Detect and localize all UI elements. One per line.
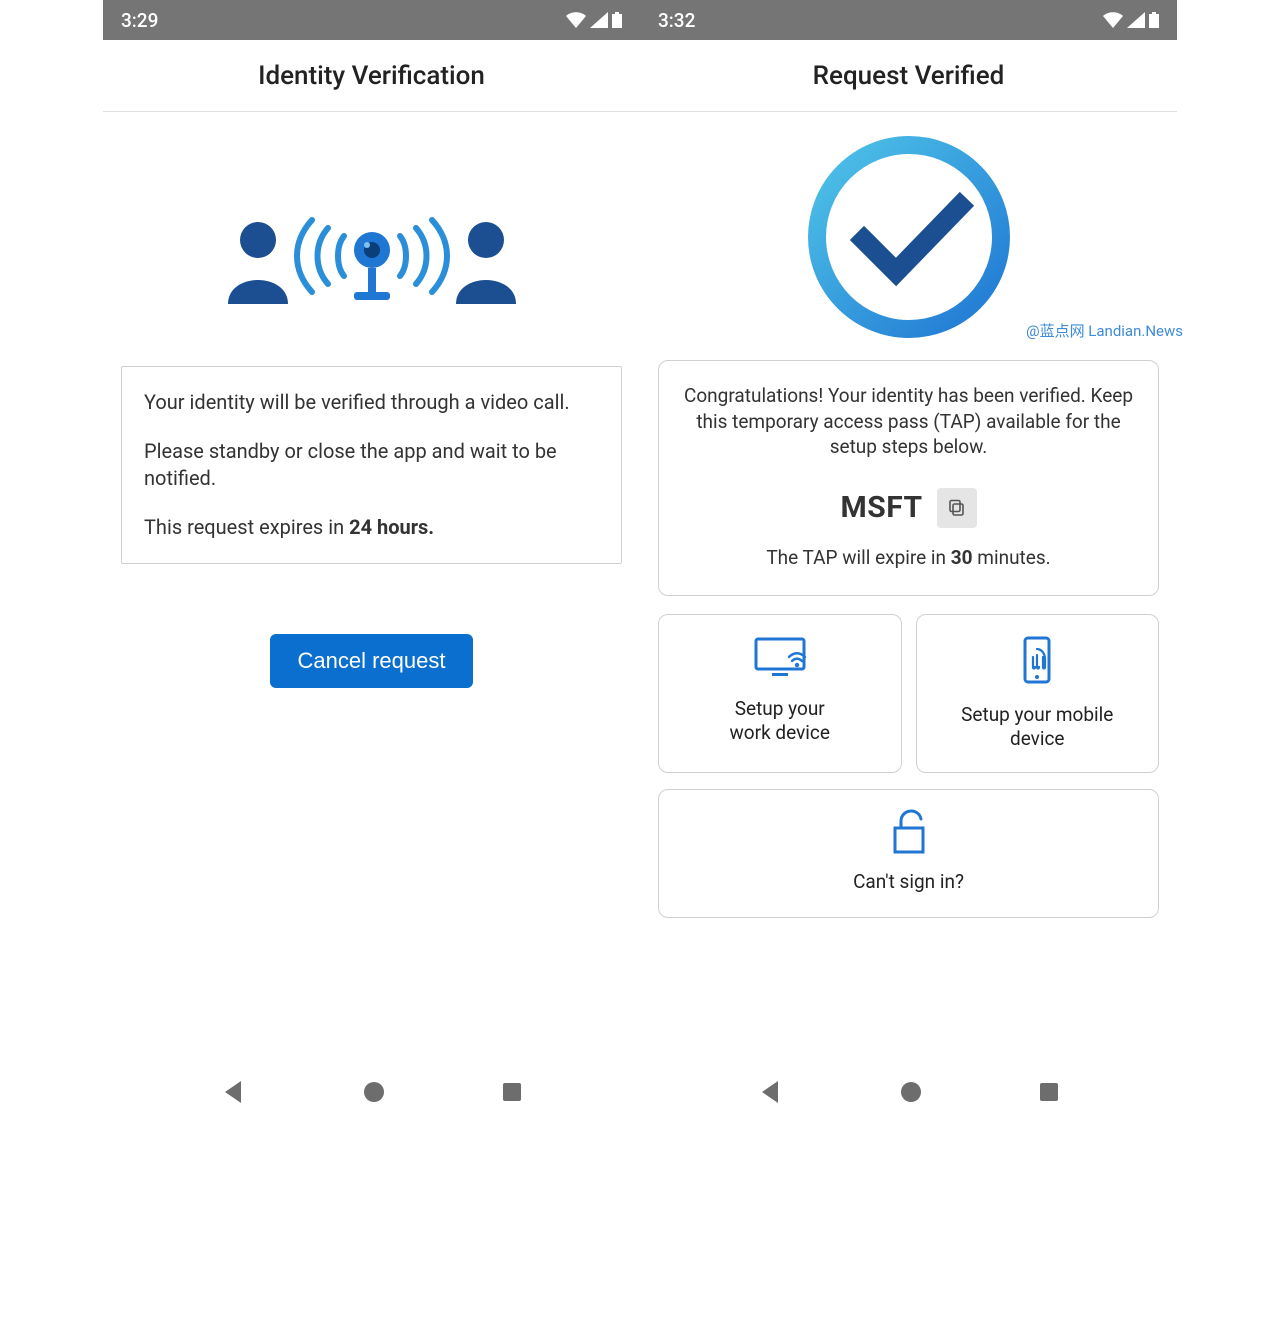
phone-right: 3:32 Request Verified [640, 0, 1177, 1122]
battery-icon [612, 12, 622, 28]
cancel-request-button[interactable]: Cancel request [270, 634, 474, 688]
signal-icon [590, 12, 608, 28]
action-label: Can't sign in? [853, 870, 964, 893]
status-icons [566, 12, 622, 28]
page-title: Request Verified [813, 61, 1005, 91]
content-left: Your identity will be verified through a… [103, 112, 640, 1122]
app-bar-left: Identity Verification [103, 40, 640, 112]
status-icons [1103, 12, 1159, 28]
setup-work-device-card[interactable]: Setup your work device [658, 614, 902, 774]
signal-icon [1127, 12, 1145, 28]
nav-back-icon[interactable] [758, 1079, 784, 1105]
wifi-icon [566, 12, 586, 28]
nav-back-icon[interactable] [221, 1079, 247, 1105]
verified-card: Congratulations! Your identity has been … [658, 360, 1159, 596]
action-label: Setup your mobile device [961, 703, 1113, 751]
phone-hand-icon [1015, 635, 1059, 687]
nav-home-icon[interactable] [899, 1080, 923, 1104]
video-call-illustration [121, 206, 622, 316]
tap-row: MSFT [677, 488, 1140, 528]
battery-icon [1149, 12, 1159, 28]
nav-recents-icon[interactable] [1038, 1081, 1060, 1103]
cant-sign-in-card[interactable]: Can't sign in? [658, 789, 1159, 918]
action-label: Setup your work device [730, 697, 830, 745]
status-time: 3:32 [658, 9, 695, 32]
nav-bar-left [103, 1062, 640, 1122]
nav-recents-icon[interactable] [501, 1081, 523, 1103]
setup-mobile-device-card[interactable]: Setup your mobile device [916, 614, 1160, 774]
app-bar-right: Request Verified [640, 40, 1177, 112]
info-card: Your identity will be verified through a… [121, 366, 622, 564]
copy-tap-button[interactable] [937, 488, 977, 528]
status-bar-right: 3:32 [640, 0, 1177, 40]
unlock-icon [889, 808, 929, 856]
congrats-text: Congratulations! Your identity has been … [677, 383, 1140, 460]
watermark: @蓝点网 Landian.News [1026, 320, 1183, 341]
action-grid: Setup your work device Setup your mobile… [658, 614, 1159, 774]
info-line1: Your identity will be verified through a… [144, 389, 599, 416]
info-line2: Please standby or close the app and wait… [144, 438, 599, 492]
nav-home-icon[interactable] [362, 1080, 386, 1104]
monitor-icon [752, 635, 808, 681]
page-title: Identity Verification [258, 61, 485, 91]
wifi-icon [1103, 12, 1123, 28]
content-right: @蓝点网 Landian.News Congratulations! Your … [640, 112, 1177, 1122]
info-line3: This request expires in 24 hours. [144, 514, 599, 541]
tap-code: MSFT [840, 490, 922, 525]
nav-bar-right [640, 1062, 1177, 1122]
status-time: 3:29 [121, 9, 158, 32]
verified-checkmark-icon [658, 132, 1159, 342]
status-bar-left: 3:29 [103, 0, 640, 40]
copy-icon [948, 499, 966, 517]
phone-left: 3:29 Identity Verification [103, 0, 640, 1122]
tap-expire-text: The TAP will expire in 30 minutes. [677, 546, 1140, 569]
